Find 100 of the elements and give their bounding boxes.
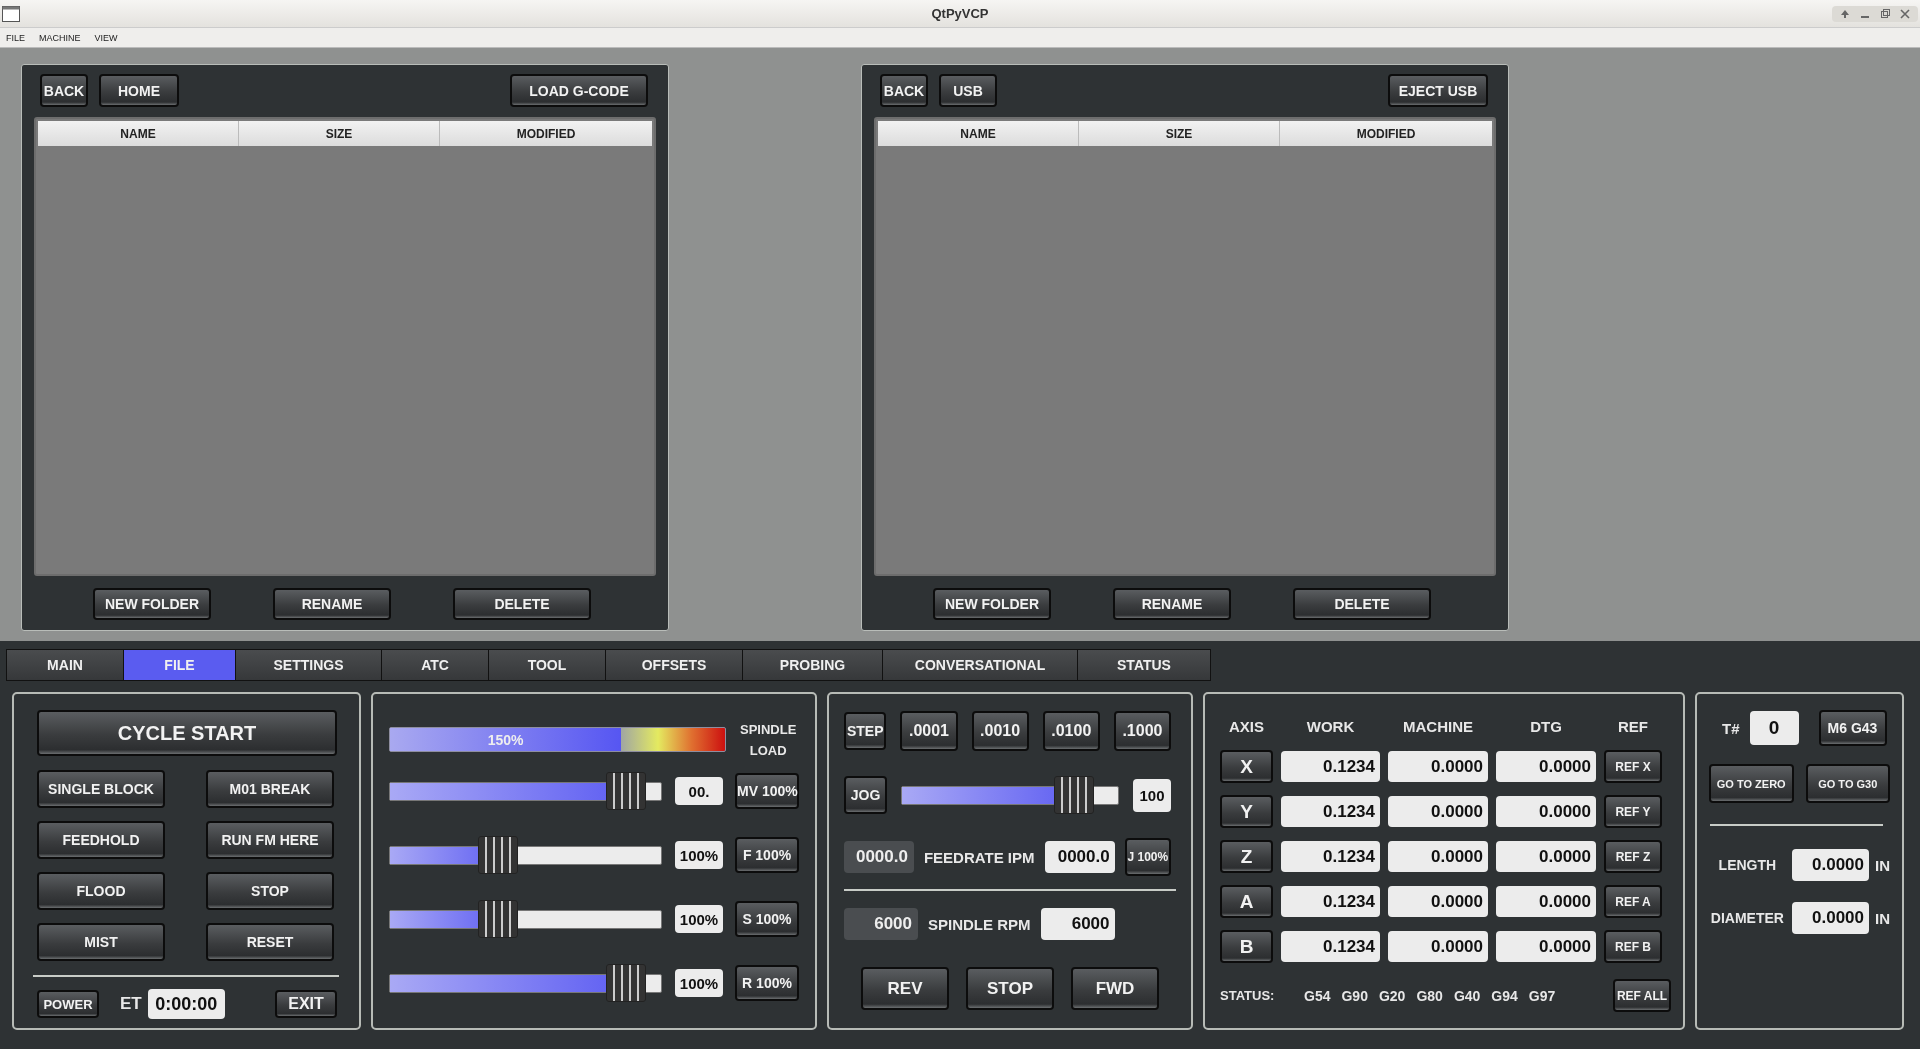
spindle-button[interactable]: REV	[861, 967, 949, 1010]
override-reset-button[interactable]: S 100%	[735, 901, 799, 937]
file-action-button[interactable]: RENAME	[273, 588, 391, 620]
distance-to-go-field: 0.0000	[1496, 886, 1596, 917]
tab[interactable]: ATC	[382, 650, 489, 680]
program-button[interactable]: RESET	[206, 923, 334, 961]
override-value-field[interactable]: 00.	[675, 777, 723, 805]
program-button[interactable]: MIST	[37, 923, 165, 961]
spindle-button[interactable]: FWD	[1071, 967, 1159, 1010]
jog-button[interactable]: JOG	[844, 776, 887, 814]
override-reset-button[interactable]: R 100%	[735, 965, 799, 1001]
override-slider[interactable]	[389, 964, 662, 1002]
spindle-rpm-field[interactable]: 6000	[1040, 908, 1115, 940]
slider-handle[interactable]	[606, 772, 647, 810]
action-button[interactable]: EJECT USB	[1388, 74, 1488, 107]
file-list[interactable]: NAME SIZE MODIFIED	[874, 117, 1496, 576]
column-header[interactable]: MODIFIED	[1280, 121, 1492, 146]
go-to-button[interactable]: GO TO ZERO	[1709, 764, 1794, 803]
program-button[interactable]: RUN FM HERE	[206, 821, 334, 859]
slider-handle[interactable]	[1054, 776, 1095, 814]
override-value-field[interactable]: 100%	[675, 841, 723, 869]
tab[interactable]: STATUS	[1078, 650, 1210, 680]
go-to-button[interactable]: GO TO G30	[1805, 764, 1890, 803]
close-icon[interactable]	[1900, 8, 1910, 19]
nav-button[interactable]: BACK	[880, 74, 928, 107]
menu-item[interactable]: MACHINE	[39, 32, 81, 43]
nav-button[interactable]: BACK	[40, 74, 88, 107]
arrow-up-icon[interactable]	[1840, 8, 1850, 19]
work-position-field: 0.1234	[1281, 751, 1380, 782]
step-button[interactable]: STEP	[844, 712, 887, 750]
file-action-button[interactable]: NEW FOLDER	[93, 588, 211, 620]
override-reset-button[interactable]: MV 100%	[735, 773, 799, 809]
distance-to-go-field: 0.0000	[1496, 931, 1596, 962]
feedrate-field[interactable]: 0000.0	[1044, 841, 1115, 873]
menu-item[interactable]: VIEW	[94, 32, 118, 43]
column-header[interactable]: SIZE	[1079, 121, 1280, 146]
tool-value-field[interactable]: 0.0000	[1791, 902, 1869, 934]
slider-handle[interactable]	[477, 900, 518, 938]
override-value-field[interactable]: 100%	[675, 969, 723, 997]
tool-field-label: LENGTH	[1717, 857, 1778, 873]
slider-handle[interactable]	[477, 836, 518, 874]
tab[interactable]: TOOL	[489, 650, 606, 680]
tab[interactable]: PROBING	[743, 650, 883, 680]
increment-button[interactable]: .0001	[900, 711, 958, 751]
exit-button[interactable]: EXIT	[275, 990, 337, 1018]
ref-button[interactable]: REF B	[1604, 930, 1662, 963]
ref-button[interactable]: REF Z	[1604, 840, 1662, 873]
column-header[interactable]: MODIFIED	[440, 121, 652, 146]
tab[interactable]: MAIN	[7, 650, 124, 680]
axis-button[interactable]: B	[1220, 930, 1273, 963]
override-reset-button[interactable]: F 100%	[735, 837, 799, 873]
program-button[interactable]: FEEDHOLD	[37, 821, 165, 859]
override-slider[interactable]	[389, 772, 662, 810]
ref-button[interactable]: REF A	[1604, 885, 1662, 918]
axis-button[interactable]: Z	[1220, 840, 1273, 873]
override-slider[interactable]	[389, 900, 662, 938]
program-button[interactable]: M01 BREAK	[206, 770, 334, 808]
column-header[interactable]: NAME	[878, 121, 1079, 146]
slider-handle[interactable]	[606, 964, 647, 1002]
increment-button[interactable]: .0010	[971, 711, 1029, 751]
file-action-button[interactable]: NEW FOLDER	[933, 588, 1051, 620]
override-value-field[interactable]: 100%	[675, 905, 723, 933]
action-button[interactable]: LOAD G-CODE	[510, 74, 648, 107]
jog-override-button[interactable]: J 100%	[1124, 838, 1171, 876]
axis-button[interactable]: X	[1220, 750, 1273, 783]
spindle-button[interactable]: STOP	[966, 967, 1054, 1010]
jog-value-field[interactable]: 100	[1133, 778, 1171, 812]
ref-all-button[interactable]: REF ALL	[1613, 979, 1671, 1012]
maximize-icon[interactable]	[1880, 8, 1890, 19]
column-header[interactable]: NAME	[38, 121, 239, 146]
program-button[interactable]: FLOOD	[37, 872, 165, 910]
column-header[interactable]: SIZE	[239, 121, 440, 146]
increment-button[interactable]: .0100	[1042, 711, 1100, 751]
increment-button[interactable]: .1000	[1113, 711, 1171, 751]
cycle-start-button[interactable]: CYCLE START	[37, 710, 337, 756]
tab[interactable]: SETTINGS	[236, 650, 382, 680]
axis-button[interactable]: A	[1220, 885, 1273, 918]
program-button[interactable]: STOP	[206, 872, 334, 910]
tab[interactable]: CONVERSATIONAL	[883, 650, 1078, 680]
tool-number-field[interactable]: 0	[1749, 711, 1799, 745]
tool-value-field[interactable]: 0.0000	[1791, 849, 1869, 881]
ref-button[interactable]: REF Y	[1604, 795, 1662, 828]
tab[interactable]: OFFSETS	[606, 650, 743, 680]
nav-button[interactable]: HOME	[99, 74, 179, 107]
menu-item[interactable]: FILE	[6, 32, 25, 43]
ref-button[interactable]: REF X	[1604, 750, 1662, 783]
tool-change-button[interactable]: M6 G43	[1818, 710, 1887, 746]
axis-button[interactable]: Y	[1220, 795, 1273, 828]
tab[interactable]: FILE	[124, 650, 236, 680]
power-button[interactable]: POWER	[37, 990, 99, 1018]
program-button[interactable]: SINGLE BLOCK	[37, 770, 165, 808]
elapsed-time-field: 0:00:00	[147, 989, 225, 1019]
file-action-button[interactable]: RENAME	[1113, 588, 1231, 620]
file-action-button[interactable]: DELETE	[1293, 588, 1431, 620]
override-slider[interactable]	[389, 836, 662, 874]
jog-slider[interactable]	[901, 776, 1119, 814]
nav-button[interactable]: USB	[939, 74, 997, 107]
file-action-button[interactable]: DELETE	[453, 588, 591, 620]
dro-column-header: AXIS	[1228, 717, 1265, 735]
file-list[interactable]: NAME SIZE MODIFIED	[34, 117, 656, 576]
